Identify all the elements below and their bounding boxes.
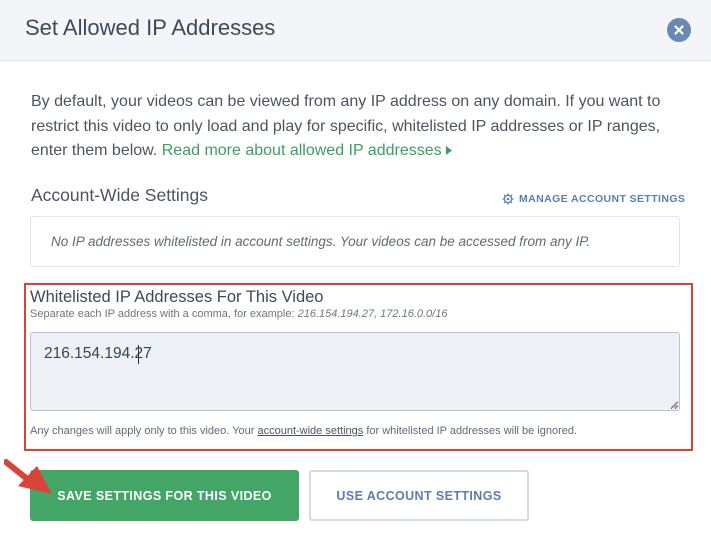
whitelist-note-suffix: for whitelisted IP addresses will be ign… bbox=[363, 425, 578, 437]
caret-right-icon bbox=[445, 146, 452, 156]
dialog-title: Set Allowed IP Addresses bbox=[25, 15, 276, 40]
text-cursor bbox=[138, 345, 139, 364]
resize-handle-icon[interactable] bbox=[669, 400, 678, 409]
account-settings-box: No IP addresses whitelisted in account s… bbox=[30, 216, 680, 267]
whitelist-help-example: 216.154.194.27, 172.16.0.0/16 bbox=[297, 308, 448, 320]
intro-paragraph: By default, your videos can be viewed fr… bbox=[31, 90, 691, 164]
whitelist-note: Any changes will apply only to this vide… bbox=[30, 425, 577, 437]
save-settings-button[interactable]: SAVE SETTINGS FOR THIS VIDEO bbox=[30, 470, 299, 521]
read-more-label: Read more about allowed IP addresses bbox=[161, 142, 442, 159]
close-button[interactable] bbox=[667, 18, 691, 42]
read-more-link[interactable]: Read more about allowed IP addresses bbox=[162, 142, 452, 159]
ip-address-textarea[interactable]: 216.154.194.27 bbox=[30, 332, 680, 411]
manage-account-settings-label: MANAGE ACCOUNT SETTINGS bbox=[519, 193, 686, 205]
whitelist-label: Whitelisted IP Addresses For This Video bbox=[30, 288, 324, 306]
manage-account-settings-link[interactable]: MANAGE ACCOUNT SETTINGS bbox=[502, 193, 685, 205]
whitelist-note-prefix: Any changes will apply only to this vide… bbox=[30, 425, 258, 437]
account-wide-heading: Account-Wide Settings bbox=[31, 185, 209, 205]
account-wide-settings-link[interactable]: account-wide settings bbox=[257, 425, 363, 437]
pointer-arrow-icon bbox=[4, 459, 52, 494]
account-settings-note: No IP addresses whitelisted in account s… bbox=[51, 234, 591, 249]
whitelist-help-prefix: Separate each IP address with a comma, f… bbox=[30, 308, 298, 320]
dialog-header: Set Allowed IP Addresses bbox=[0, 0, 711, 61]
use-account-settings-button[interactable]: USE ACCOUNT SETTINGS bbox=[309, 470, 529, 521]
gear-icon bbox=[502, 193, 514, 205]
close-icon bbox=[674, 25, 684, 35]
whitelist-help-text: Separate each IP address with a comma, f… bbox=[30, 308, 447, 320]
